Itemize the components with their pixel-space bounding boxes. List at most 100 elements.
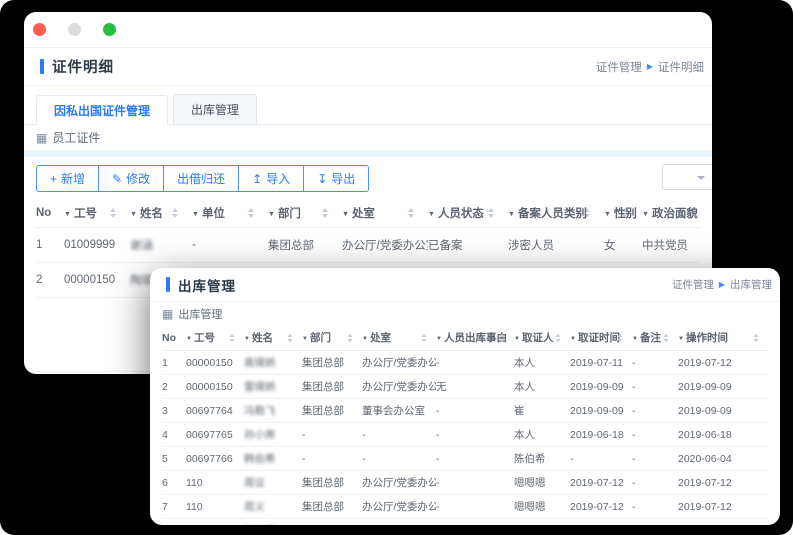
breadcrumb-current: 出库管理 [730, 279, 772, 291]
filter-funnel-icon[interactable]: ▼ [302, 336, 308, 342]
filter-funnel-icon[interactable]: ▼ [508, 211, 515, 218]
tab-bar: 因私出国证件管理 出库管理 [24, 86, 712, 125]
minimize-button[interactable] [68, 23, 81, 36]
column-header[interactable]: ▼ 操作时间 [678, 325, 768, 351]
filter-funnel-icon[interactable]: ▼ [362, 336, 368, 342]
column-header[interactable]: ▼ 部门 [302, 325, 362, 351]
sort-icon[interactable] [287, 333, 293, 343]
import-button[interactable]: ↥ 导入 [238, 165, 305, 192]
filter-funnel-icon[interactable]: ▼ [570, 336, 576, 342]
table-row[interactable]: 7110周义集团总部办公厅/党委办公室-嗯嗯嗯2019-07-12-2019-0… [162, 494, 768, 519]
table-cell: - [632, 446, 678, 471]
column-header[interactable]: ▼ 人员状态 [428, 199, 508, 228]
sort-icon[interactable] [663, 333, 669, 343]
breadcrumb: 证件管理 ▶ 证件明细 [596, 59, 704, 75]
column-header[interactable]: ▼ 取证人 [514, 325, 570, 351]
sort-icon[interactable] [499, 333, 505, 343]
filter-select[interactable] [662, 164, 712, 190]
filter-funnel-icon[interactable]: ▼ [514, 336, 520, 342]
add-button[interactable]: + 新增 [36, 165, 100, 192]
export-button[interactable]: ↧ 导出 [303, 165, 370, 192]
sort-icon[interactable] [753, 333, 759, 343]
column-header[interactable]: ▼ 部门 [268, 199, 342, 228]
filter-funnel-icon[interactable]: ▼ [342, 211, 349, 218]
breadcrumb-parent[interactable]: 证件管理 [596, 59, 642, 75]
column-header[interactable]: ▼ 人员出库事由 [436, 325, 514, 351]
close-button[interactable] [33, 23, 46, 36]
filter-funnel-icon[interactable]: ▼ [436, 336, 442, 342]
column-header[interactable]: ▼ 单位 [192, 199, 268, 228]
sort-icon[interactable] [408, 208, 414, 218]
column-label: 单位 [201, 208, 225, 220]
table-cell: 4 [162, 422, 186, 447]
column-header[interactable]: ▼ 取证时间 [570, 325, 632, 351]
lend-return-button[interactable]: 出借归还 [163, 165, 240, 192]
table-row[interactable]: 4 00697765 孙小奔 - - - 本人 2019-06-18-2019-06-18 [162, 422, 768, 447]
sort-icon[interactable] [421, 333, 427, 343]
filter-funnel-icon[interactable]: ▼ [428, 211, 435, 218]
sort-icon[interactable] [322, 208, 328, 218]
column-header[interactable]: ▼ 备注 [632, 325, 678, 351]
filter-funnel-icon[interactable]: ▼ [268, 211, 275, 218]
tab-private-overseas-certificates[interactable]: 因私出国证件管理 [36, 95, 169, 125]
filter-funnel-icon[interactable]: ▼ [130, 211, 137, 218]
filter-funnel-icon[interactable]: ▼ [186, 336, 192, 342]
table-row[interactable]: 6110周议集团总部办公厅/党委办公室-嗯嗯嗯2019-07-12-2019-0… [162, 470, 768, 495]
table-cell: 00000150 [64, 371, 130, 374]
table-cell: 2019-07-12 [678, 350, 768, 375]
column-header[interactable]: ▼ 工号 [64, 199, 130, 228]
column-header[interactable]: ▼ 工号 [186, 325, 244, 351]
toolbar: + 新增 ✎ 修改 出借归还 ↥ 导入 ↧ 导出 [24, 157, 712, 199]
filter-funnel-icon[interactable]: ▼ [642, 211, 649, 218]
outbound-table-wrap: No ▼ 工号 ▼ 姓名 ▼ 部门 ▼ 处室 ▼ 人员出库事由 ▼ 取证人 ▼ 取证时间 ▼ 备注 ▼ 操作时间 1… [150, 325, 780, 525]
sort-icon[interactable] [488, 208, 494, 218]
column-label: 性别 [613, 208, 637, 220]
filter-funnel-icon[interactable]: ▼ [244, 336, 250, 342]
column-header[interactable]: ▼ 处室 [342, 199, 428, 228]
sort-icon[interactable] [555, 333, 561, 343]
table-cell: - [570, 446, 632, 471]
table-row[interactable]: 3 00697764 冯勘飞 集团总部 董事会办公室 - 崔 2019-09-09-2019-… [162, 398, 768, 423]
table-cell: 2 [36, 262, 64, 298]
table-cell: - [436, 446, 514, 471]
table-row[interactable]: 100000150高瑛娇集团总部办公厅/党委办公室-本人2019-07-11-2… [162, 350, 768, 375]
chevron-down-icon [697, 176, 705, 180]
column-header[interactable]: ▼ 政治面貌 [642, 199, 700, 228]
column-header[interactable]: ▼ 性别 [604, 199, 642, 228]
column-header[interactable]: ▼ 姓名 [130, 199, 192, 228]
sort-icon[interactable] [347, 333, 353, 343]
table-cell: 2019-06-18 [570, 422, 632, 447]
table-row[interactable]: 8130马达昌集团总部董事会办公室员工离职本人2020-11-05-2020-1… [162, 518, 768, 525]
zoom-button[interactable] [103, 23, 116, 36]
table-cell: 1 [36, 227, 64, 263]
table-row[interactable]: 5 00697766 韩伯希 - - - 陈伯希 - -2020-06-04 [162, 446, 768, 471]
table-cell: 本人 [514, 350, 570, 375]
filter-funnel-icon[interactable]: ▼ [64, 211, 71, 218]
breadcrumb-current: 证件明细 [658, 61, 704, 74]
column-header[interactable]: ▼ 姓名 [244, 325, 302, 351]
column-header[interactable]: ▼ 处室 [362, 325, 436, 351]
table-row[interactable]: 200000150雷瑛娇集团总部办公厅/党委办公室无本人2019-09-09-2… [162, 374, 768, 399]
breadcrumb-parent[interactable]: 证件管理 [672, 277, 714, 292]
sort-icon[interactable] [248, 208, 254, 218]
filter-funnel-icon[interactable]: ▼ [192, 211, 199, 218]
column-label: 姓名 [251, 332, 273, 344]
table-cell: 2019-07-12 [570, 470, 632, 495]
sort-icon[interactable] [229, 333, 235, 343]
filter-funnel-icon[interactable]: ▼ [678, 336, 684, 342]
column-header[interactable]: ▼ 备案人员类别 [508, 199, 604, 228]
filter-funnel-icon[interactable]: ▼ [632, 336, 638, 342]
sort-icon[interactable] [172, 208, 178, 218]
table-cell: 集团总部 [302, 518, 362, 525]
sort-icon[interactable] [110, 208, 116, 218]
filter-funnel-icon[interactable]: ▼ [604, 211, 611, 218]
table-row[interactable]: 1 01009999 谢涵 - 集团总部 办公厅/党委办公室 已备案 涉密人员女中共党员 [36, 227, 700, 263]
table-cell: 办公厅/党委办公室 [362, 350, 436, 375]
column-label: 操作时间 [685, 332, 728, 344]
tab-outbound-management[interactable]: 出库管理 [173, 94, 258, 124]
sort-icon[interactable] [617, 333, 623, 343]
edit-button[interactable]: ✎ 修改 [98, 165, 165, 192]
page-title: 出库管理 [178, 278, 236, 294]
page-header: 证件明细 证件管理 ▶ 证件明细 [24, 48, 712, 86]
table-cell: 高瑛娇 [244, 350, 302, 375]
